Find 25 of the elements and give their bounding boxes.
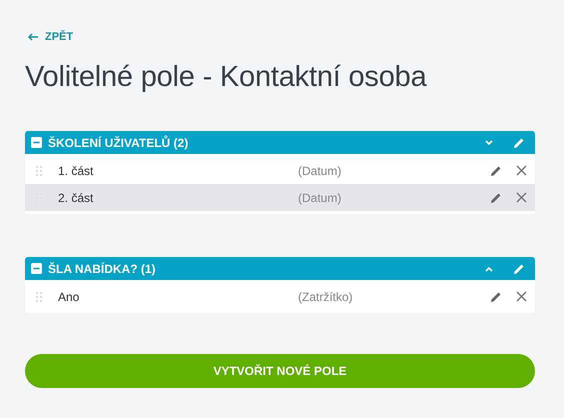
group-title: ŠKOLENÍ UŽIVATELŮ (2)	[48, 136, 190, 150]
field-type: (Zatržítko)	[298, 290, 354, 304]
close-icon[interactable]	[516, 291, 527, 302]
field-name: 1. část	[58, 164, 94, 178]
field-name: Ano	[58, 290, 80, 304]
edit-icon[interactable]	[513, 136, 525, 148]
drag-handle-icon[interactable]	[36, 292, 42, 302]
close-icon[interactable]	[516, 165, 527, 176]
chevron-up-icon[interactable]	[485, 266, 493, 272]
left-arrow-icon	[27, 33, 39, 41]
edit-icon[interactable]	[490, 192, 502, 204]
collapse-icon[interactable]	[31, 137, 42, 148]
page-title: Volitelné pole - Kontaktní osoba	[25, 61, 428, 94]
edit-icon[interactable]	[513, 262, 525, 274]
field-type: (Datum)	[298, 190, 342, 204]
edit-icon[interactable]	[490, 290, 502, 302]
chevron-down-icon[interactable]	[485, 140, 493, 146]
drag-handle-icon[interactable]	[36, 166, 42, 176]
field-row[interactable]: 2. část (Datum)	[25, 184, 535, 211]
field-name: 2. část	[58, 190, 94, 204]
edit-icon[interactable]	[490, 164, 502, 176]
group-title: ŠLA NABÍDKA? (1)	[48, 262, 157, 276]
collapse-icon[interactable]	[31, 263, 42, 274]
field-type: (Datum)	[298, 164, 342, 178]
close-icon[interactable]	[516, 192, 527, 203]
